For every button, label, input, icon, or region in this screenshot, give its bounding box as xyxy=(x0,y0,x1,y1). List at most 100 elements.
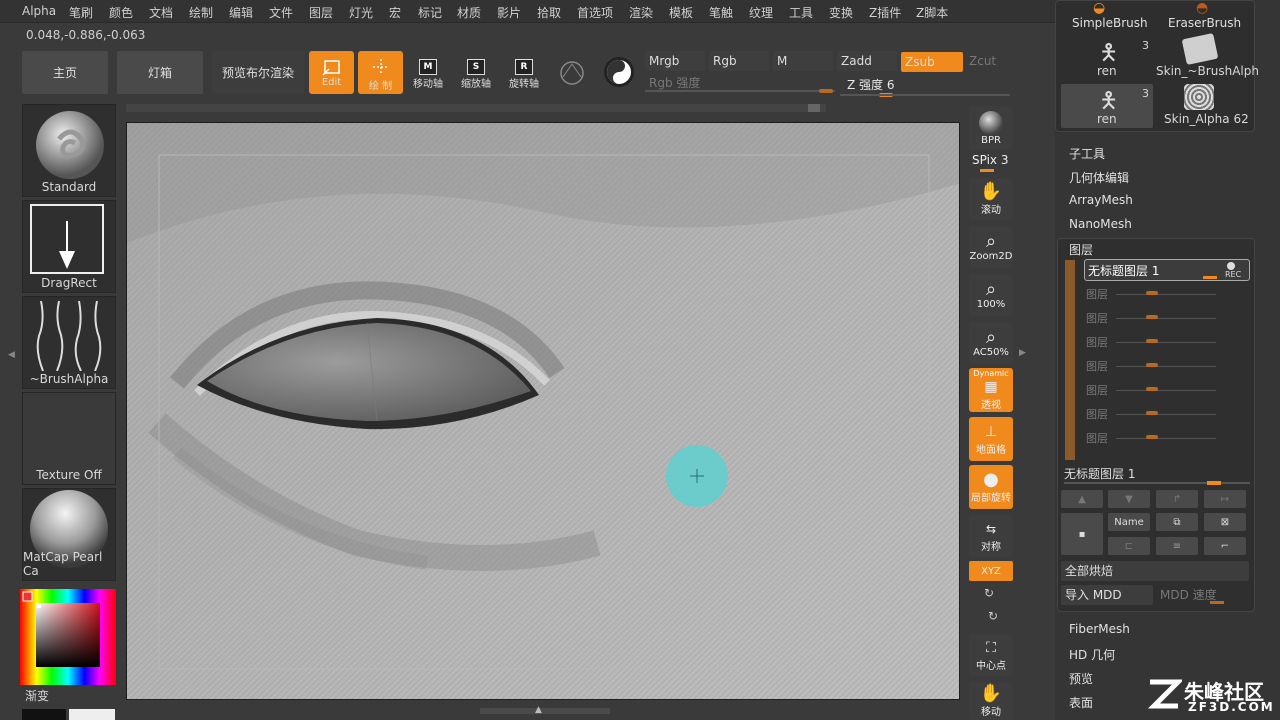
mrgb-toggle[interactable]: Mrgb xyxy=(645,51,705,71)
menu-render[interactable]: 渲染 xyxy=(629,4,653,21)
bake-all-button[interactable]: 全部烘焙 xyxy=(1061,561,1249,581)
menu-picker[interactable]: 拾取 xyxy=(537,4,561,21)
menu-light[interactable]: 灯光 xyxy=(349,4,373,21)
mdd-speed-label[interactable]: MDD 速度 xyxy=(1160,586,1217,603)
menu-file[interactable]: 文件 xyxy=(269,4,293,21)
hd-geometry-menu[interactable]: HD 几何 xyxy=(1069,646,1115,663)
menu-zplugin[interactable]: Z插件 xyxy=(869,4,901,21)
menu-layer[interactable]: 图层 xyxy=(309,4,333,21)
layer-row[interactable]: 图层 xyxy=(1086,406,1216,422)
rgb-intensity-slider[interactable] xyxy=(645,90,835,92)
simplebrush-label[interactable]: SimpleBrush xyxy=(1072,16,1148,30)
material-slot[interactable]: MatCap Pearl Ca xyxy=(22,488,116,581)
zsub-toggle[interactable]: Zsub xyxy=(901,52,963,72)
ac50-button[interactable]: ⌕ AC50% xyxy=(969,322,1013,364)
main-color-swatch[interactable] xyxy=(22,709,66,720)
import-mdd-button[interactable]: 导入 MDD xyxy=(1061,585,1153,605)
perspective-button[interactable]: Dynamic ▦ 透视 xyxy=(969,368,1013,412)
texture-slot[interactable]: Texture Off xyxy=(22,392,116,485)
layers-scrollbar[interactable] xyxy=(1065,260,1075,460)
fibermesh-menu[interactable]: FiberMesh xyxy=(1069,622,1130,636)
menu-tool[interactable]: 工具 xyxy=(789,4,813,21)
menu-movie[interactable]: 影片 xyxy=(497,4,521,21)
menu-brush[interactable]: 笔刷 xyxy=(69,4,93,21)
layer-duplicate-button[interactable]: ⧉ xyxy=(1156,513,1198,531)
scroll-button[interactable]: ✋ 滚动 xyxy=(969,178,1013,220)
spix-knob[interactable] xyxy=(980,169,994,172)
bottom-tray-arrow-icon[interactable]: ▲ xyxy=(535,705,542,715)
geometry-menu[interactable]: 几何体编辑 xyxy=(1069,169,1129,186)
rgb-toggle[interactable]: Rgb xyxy=(709,51,769,71)
rgb-intensity-knob[interactable] xyxy=(819,89,833,93)
rec-label[interactable]: REC xyxy=(1225,270,1241,279)
subtool-menu[interactable]: 子工具 xyxy=(1069,145,1105,162)
menu-preferences[interactable]: 首选项 xyxy=(577,4,613,21)
top-scroll-thumb[interactable] xyxy=(808,104,820,112)
spix-label[interactable]: SPix 3 xyxy=(972,153,1008,167)
layer-forward-button[interactable]: ↦ xyxy=(1204,490,1246,508)
zcut-toggle[interactable]: Zcut xyxy=(965,51,1015,71)
layer-knob[interactable] xyxy=(1146,435,1158,439)
m-toggle[interactable]: M xyxy=(773,51,833,71)
stroke-slot[interactable]: DragRect xyxy=(22,200,116,293)
alpha-slot[interactable]: ~BrushAlpha xyxy=(22,296,116,389)
menu-draw[interactable]: 绘制 xyxy=(189,4,213,21)
layer-name-button[interactable]: Name xyxy=(1108,513,1150,531)
color-mode-button[interactable] xyxy=(601,54,637,90)
document-canvas[interactable] xyxy=(126,122,960,700)
rotate-z-icon[interactable]: ↻ xyxy=(988,609,998,623)
rotate-y-icon[interactable]: ↻ xyxy=(984,586,994,600)
z-intensity-slider[interactable] xyxy=(840,94,1010,96)
layer-new-button[interactable]: ▪ xyxy=(1061,513,1103,555)
menu-document[interactable]: 文档 xyxy=(149,4,173,21)
layer-delete-button[interactable]: ⊠ xyxy=(1204,513,1246,531)
layer-current-knob[interactable] xyxy=(1207,481,1221,485)
menu-transform[interactable]: 变换 xyxy=(829,4,853,21)
layer-row[interactable]: 图层 xyxy=(1086,358,1216,374)
layer-down-button[interactable]: ▼ xyxy=(1108,490,1150,508)
layer-row[interactable]: 图层 xyxy=(1086,310,1216,326)
menu-zscript[interactable]: Z脚本 xyxy=(916,4,948,21)
menu-color[interactable]: 颜色 xyxy=(109,4,133,21)
menu-stroke[interactable]: 笔触 xyxy=(709,4,733,21)
layer-split-button[interactable]: ⊏ xyxy=(1108,537,1150,555)
preview-menu[interactable]: 预览 xyxy=(1069,670,1093,687)
draw-button[interactable]: 绘 制 xyxy=(358,51,403,94)
layer-bake-button[interactable]: ⌐ xyxy=(1204,537,1246,555)
top-scroll-track[interactable] xyxy=(126,104,826,112)
layer-active-knob[interactable] xyxy=(1203,276,1217,279)
tool-ren-slot[interactable]: 🯅 3 ren xyxy=(1061,36,1153,80)
symmetry-button[interactable]: ⇆ 对称 xyxy=(969,515,1013,557)
nanomesh-menu[interactable]: NanoMesh xyxy=(1069,217,1132,231)
color-picker[interactable] xyxy=(20,589,116,685)
tool-skin-alpha-slot[interactable]: Skin_~BrushAlph xyxy=(1156,32,1259,80)
bottom-scroll-track[interactable] xyxy=(480,708,610,714)
preview-bool-button[interactable]: 预览布尔渲染 xyxy=(212,51,304,94)
menu-edit[interactable]: 编辑 xyxy=(229,4,253,21)
menu-macro[interactable]: 宏 xyxy=(389,4,401,21)
layer-row[interactable]: 图层 xyxy=(1086,334,1216,350)
layer-knob[interactable] xyxy=(1146,339,1158,343)
right-tray-arrow-icon[interactable]: ▶ xyxy=(1019,348,1026,358)
layer-row[interactable]: 图层 xyxy=(1086,286,1216,302)
layer-knob[interactable] xyxy=(1146,387,1158,391)
layer-redo-button[interactable]: ↱ xyxy=(1156,490,1198,508)
layer-knob[interactable] xyxy=(1146,411,1158,415)
zoom2d-button[interactable]: ⌕ Zoom2D xyxy=(969,226,1013,268)
menu-material[interactable]: 材质 xyxy=(457,4,481,21)
menu-texture[interactable]: 纹理 xyxy=(749,4,773,21)
layer-up-button[interactable]: ▲ xyxy=(1061,490,1103,508)
arraymesh-menu[interactable]: ArrayMesh xyxy=(1069,193,1133,207)
tool-skin-alpha62-slot[interactable]: Skin_Alpha 62 xyxy=(1156,84,1252,128)
layer-row[interactable]: 图层 xyxy=(1086,382,1216,398)
bpr-button[interactable]: BPR xyxy=(969,106,1013,150)
left-tray-arrow-icon[interactable]: ◀ xyxy=(8,350,15,364)
brush-slot[interactable]: Standard xyxy=(22,104,116,197)
tool-ren-active-slot[interactable]: 🯅 3 ren xyxy=(1061,84,1153,128)
zadd-toggle[interactable]: Zadd xyxy=(837,51,897,71)
move-button[interactable]: M 移动轴 xyxy=(408,53,448,93)
secondary-color-swatch[interactable] xyxy=(69,709,115,720)
layer-knob[interactable] xyxy=(1146,363,1158,367)
menu-marker[interactable]: 标记 xyxy=(418,4,442,21)
xyz-button[interactable]: XYZ xyxy=(969,561,1013,581)
